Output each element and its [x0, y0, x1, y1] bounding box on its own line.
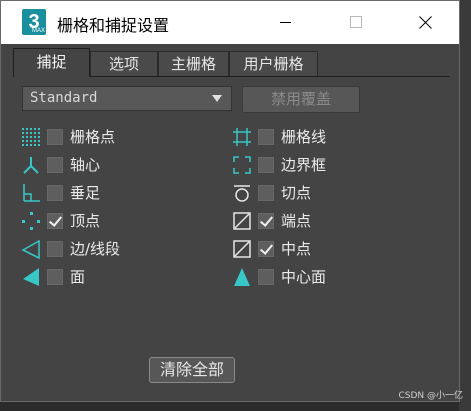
tab-user-grid[interactable]: 用户栅格	[229, 51, 318, 76]
snap-checkbox[interactable]	[47, 157, 63, 173]
snap-checkbox[interactable]	[47, 185, 63, 201]
snap-label: 边界框	[281, 156, 327, 174]
minimize-button[interactable]	[263, 1, 309, 44]
pivot-icon	[20, 154, 42, 176]
close-button[interactable]	[403, 1, 449, 44]
snap-checkbox[interactable]	[258, 213, 274, 229]
app-icon-subtext: MAX	[31, 28, 45, 34]
tab-snaps[interactable]: 捕捉	[13, 48, 90, 77]
snap-label: 栅格点	[70, 128, 116, 146]
window-title: 栅格和捕捉设置	[57, 16, 170, 35]
snap-label: 面	[70, 268, 86, 286]
snap-checkbox[interactable]	[47, 269, 63, 285]
snap-checkbox[interactable]	[258, 129, 274, 145]
snap-type-dropdown[interactable]: Standard	[22, 86, 232, 111]
snap-checkbox[interactable]	[258, 185, 274, 201]
snap-label: 端点	[281, 212, 312, 230]
dropdown-value: Standard	[30, 90, 98, 106]
snap-label: 中心面	[281, 268, 327, 286]
override-off-button[interactable]: 禁用覆盖	[242, 86, 360, 113]
snap-label: 切点	[281, 184, 312, 202]
maximize-button[interactable]	[333, 1, 379, 44]
perpendicular-icon	[20, 182, 42, 204]
snap-checkbox[interactable]	[258, 269, 274, 285]
3dsmax-app-icon: 3 MAX	[22, 9, 46, 35]
midpoint-icon	[231, 238, 253, 260]
tab-options[interactable]: 选项	[90, 51, 158, 76]
snap-checkbox[interactable]	[47, 129, 63, 145]
endpoint-icon	[231, 210, 253, 232]
grid-points-icon	[20, 126, 42, 148]
snap-label: 轴心	[70, 156, 101, 174]
snap-label: 顶点	[70, 212, 101, 230]
watermark: CSDN @小一亿	[398, 391, 463, 401]
face-icon	[20, 266, 42, 288]
snap-checkbox[interactable]	[47, 241, 63, 257]
snap-label: 中点	[281, 240, 312, 258]
desktop-background	[459, 0, 471, 411]
tab-home-grid[interactable]: 主栅格	[158, 51, 229, 76]
grid-lines-icon	[231, 126, 253, 148]
snap-checkbox[interactable]	[47, 213, 63, 229]
title-bar[interactable]: 3 MAX 栅格和捕捉设置	[1, 1, 459, 44]
center-face-icon	[231, 266, 253, 288]
snap-label: 边/线段	[70, 240, 121, 258]
tangent-icon	[231, 182, 253, 204]
dropdown-arrow-icon	[212, 95, 222, 102]
snap-checkbox[interactable]	[258, 241, 274, 257]
snap-checkbox[interactable]	[258, 157, 274, 173]
vertex-icon	[20, 210, 42, 232]
snap-label: 垂足	[70, 184, 101, 202]
snap-label: 栅格线	[281, 128, 327, 146]
clear-all-button[interactable]: 清除全部	[149, 357, 235, 383]
edge-segment-icon	[20, 238, 42, 260]
bounding-box-icon	[231, 154, 253, 176]
grid-snap-settings-dialog: 3 MAX 栅格和捕捉设置 捕捉 选项 主栅格 用户栅格 Standard 禁用…	[0, 0, 460, 402]
